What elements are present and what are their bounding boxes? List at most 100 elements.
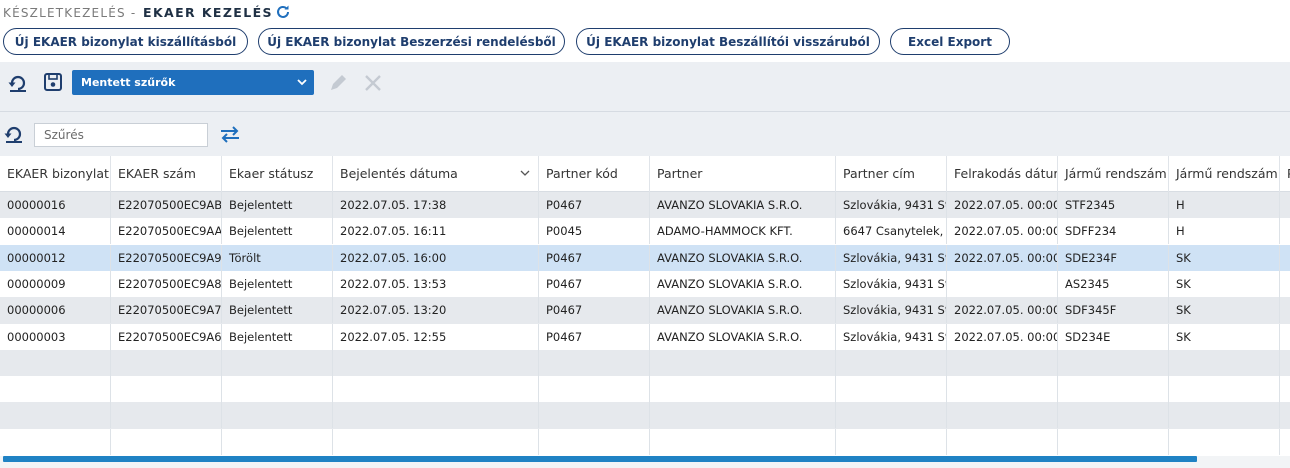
new-ekaer-from-delivery-button[interactable]: Új EKAER bizonylat kiszállításból <box>3 28 248 55</box>
column-header-label: Felrakodás dátum <box>954 166 1058 181</box>
cell-partner-cim <box>836 349 947 376</box>
column-header-label: Jármű rendszám <box>1065 166 1167 181</box>
column-header-ekaer-szam[interactable]: EKAER szám <box>111 156 222 192</box>
column-header-felrakodas-datum[interactable]: Felrakodás dátum <box>947 156 1058 192</box>
cell-jarmu-rendszam-1 <box>1058 428 1169 455</box>
column-header-label: EKAER szám <box>118 166 196 181</box>
cell-ekaer-statusz: Törölt <box>222 244 333 271</box>
cell-jarmu-rendszam-2: H <box>1169 192 1280 218</box>
cell-bejelentes-datuma <box>333 376 539 403</box>
cell-p <box>1280 192 1290 218</box>
cell-partner <box>650 428 836 455</box>
cell-ekaer-statusz <box>222 376 333 403</box>
new-ekaer-from-purchase-order-button[interactable]: Új EKAER bizonylat Beszerzési rendelésbő… <box>258 28 565 55</box>
cell-partner-kod: P0467 <box>539 270 650 297</box>
column-header-jarmu-rendszam-2[interactable]: Jármű rendszám <box>1169 156 1280 192</box>
column-header-jarmu-rendszam-1[interactable]: Jármű rendszám <box>1058 156 1169 192</box>
column-header-partner-kod[interactable]: Partner kód <box>539 156 650 192</box>
column-header-ekaer-bizonylat[interactable]: EKAER bizonylat <box>0 156 111 192</box>
column-header-label: Partner kód <box>546 166 618 181</box>
new-ekaer-from-supplier-return-button[interactable]: Új EKAER bizonylat Beszállítói visszárub… <box>576 28 880 55</box>
horizontal-scrollbar[interactable] <box>0 456 1290 468</box>
cell-jarmu-rendszam-1: SDE234F <box>1058 244 1169 271</box>
table-header: EKAER bizonylat EKAER szám Ekaer státusz Be… <box>0 156 1290 192</box>
cell-p <box>1280 218 1290 244</box>
column-header-label: Partner <box>657 166 703 181</box>
table-row[interactable]: 00000006 E22070500EC9A75 Bejelentett 2022.0… <box>0 297 1290 324</box>
cell-ekaer-statusz: Bejelentett <box>222 192 333 218</box>
cell-partner-kod: P0467 <box>539 297 650 324</box>
cell-jarmu-rendszam-1: STF2345 <box>1058 192 1169 218</box>
cell-ekaer-bizonylat: 00000014 <box>0 218 111 245</box>
cell-partner: ADAMO-HAMMOCK KFT. <box>650 218 836 245</box>
column-header-label: Bejelentés dátuma <box>340 166 458 181</box>
column-header-partner[interactable]: Partner <box>650 156 836 192</box>
column-header-partner-cim[interactable]: Partner cím <box>836 156 947 192</box>
table-row-empty <box>0 349 1290 377</box>
column-header-p[interactable]: P <box>1280 156 1290 192</box>
table-row[interactable]: 00000009 E22070500EC9A82 Bejelentett 2022.0… <box>0 270 1290 297</box>
cell-partner: AVANZO SLOVAKIA S.R.O. <box>650 323 836 350</box>
filter-input[interactable] <box>34 123 208 147</box>
cell-partner <box>650 376 836 403</box>
reset-filter-icon[interactable] <box>3 123 25 145</box>
chevron-down-icon <box>297 79 307 86</box>
column-header-label: Partner cím <box>843 166 915 181</box>
cell-ekaer-szam: E22070500EC9A82 <box>111 270 222 297</box>
scrollbar-thumb[interactable] <box>3 456 1197 462</box>
save-icon[interactable] <box>42 71 64 93</box>
breadcrumb-parent[interactable]: KÉSZLETKEZELÉS - <box>3 6 136 20</box>
table-row[interactable]: 00000012 E22070500EC9A90 Törölt 2022.07.05.… <box>0 244 1290 271</box>
table-row[interactable]: 00000016 E22070500EC9AB1 Bejelentett 2022.0… <box>0 192 1290 219</box>
cell-p <box>1280 245 1290 271</box>
cell-ekaer-bizonylat: 00000012 <box>0 244 111 271</box>
refresh-icon[interactable] <box>275 4 291 20</box>
cell-bejelentes-datuma <box>333 428 539 455</box>
cell-partner <box>650 402 836 429</box>
saved-filters-dropdown[interactable]: Mentett szűrők <box>72 70 314 95</box>
cell-bejelentes-datuma: 2022.07.05. 16:11 <box>333 218 539 245</box>
column-header-bejelentes-datuma[interactable]: Bejelentés dátuma <box>333 156 539 192</box>
cell-ekaer-statusz: Bejelentett <box>222 218 333 245</box>
cell-felrakodas-datum: 2022.07.05. 00:00 <box>947 192 1058 218</box>
cell-p <box>1280 350 1290 376</box>
cell-partner-cim: Szlovákia, 9431 Stu <box>836 270 947 297</box>
cell-p <box>1280 324 1290 350</box>
cell-felrakodas-datum: 2022.07.05. 00:00 <box>947 218 1058 245</box>
cell-jarmu-rendszam-2 <box>1169 428 1280 455</box>
reset-icon[interactable] <box>7 72 29 94</box>
cell-felrakodas-datum <box>947 402 1058 429</box>
cell-bejelentes-datuma: 2022.07.05. 16:00 <box>333 244 539 271</box>
cell-bejelentes-datuma: 2022.07.05. 12:55 <box>333 323 539 350</box>
cell-jarmu-rendszam-2: SK <box>1169 270 1280 297</box>
cell-ekaer-bizonylat <box>0 428 111 455</box>
cell-ekaer-bizonylat <box>0 376 111 403</box>
cell-ekaer-szam <box>111 376 222 403</box>
cell-partner: AVANZO SLOVAKIA S.R.O. <box>650 192 836 218</box>
cell-bejelentes-datuma <box>333 402 539 429</box>
cell-ekaer-bizonylat <box>0 349 111 376</box>
excel-export-button[interactable]: Excel Export <box>890 28 1010 55</box>
delete-icon[interactable] <box>362 72 384 94</box>
cell-ekaer-statusz <box>222 349 333 376</box>
cell-jarmu-rendszam-1: SDFF234 <box>1058 218 1169 245</box>
swap-arrows-icon[interactable] <box>219 123 241 145</box>
cell-jarmu-rendszam-2: SK <box>1169 323 1280 350</box>
cell-jarmu-rendszam-2 <box>1169 349 1280 376</box>
cell-ekaer-szam: E22070500EC9A75 <box>111 297 222 324</box>
cell-partner-cim: Szlovákia, 9431 Stu <box>836 192 947 218</box>
toolbar: Mentett szűrők <box>0 62 1290 112</box>
column-header-label: Ekaer státusz <box>229 166 314 181</box>
column-header-ekaer-statusz[interactable]: Ekaer státusz <box>222 156 333 192</box>
cell-p <box>1280 376 1290 402</box>
cell-partner-cim: 6647 Csanytelek, P <box>836 218 947 245</box>
cell-ekaer-statusz: Bejelentett <box>222 297 333 324</box>
cell-jarmu-rendszam-2 <box>1169 376 1280 403</box>
table-row[interactable]: 00000014 E22070500EC9AA7 Bejelentett 2022.0… <box>0 218 1290 245</box>
table-row-empty <box>0 376 1290 403</box>
page-header: KÉSZLETKEZELÉS - EKAER KEZELÉS <box>0 0 1290 27</box>
cell-felrakodas-datum <box>947 376 1058 403</box>
cell-partner: AVANZO SLOVAKIA S.R.O. <box>650 297 836 324</box>
edit-icon[interactable] <box>327 72 349 94</box>
table-row[interactable]: 00000003 E22070500EC9A68 Bejelentett 2022.0… <box>0 323 1290 350</box>
